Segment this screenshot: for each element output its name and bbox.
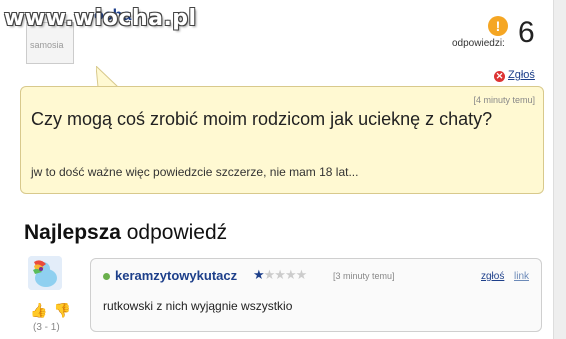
question-report[interactable]: ✕ Zgłoś: [494, 69, 535, 82]
star-icon-filled: ★: [253, 267, 265, 282]
answers-count: 6: [518, 16, 535, 49]
best-answer-heading-rest: odpowiedź: [120, 221, 228, 244]
answers-count-label: odpowiedzi:: [452, 38, 505, 49]
avatar-label: samosia: [30, 40, 64, 50]
best-answer-heading: Najlepsza odpowiedź: [24, 221, 227, 245]
thumbs-down-icon[interactable]: 👎: [53, 302, 70, 318]
question-body: jw to dość ważne więc powiedzcie szczerz…: [31, 165, 359, 179]
right-scroll-rail: [553, 0, 566, 339]
best-answer-heading-bold: Najlepsza: [24, 221, 121, 244]
vote-controls: 👍 👎: [30, 302, 71, 319]
star-icon-empty: ★★★★: [263, 267, 308, 282]
answer-permalink[interactable]: link: [514, 271, 529, 282]
site-watermark: www.wiocha.pl: [4, 6, 197, 31]
report-link[interactable]: Zgłoś: [508, 69, 535, 81]
answer-text: rutkowski z nich wyjągnie wszystkio: [103, 299, 293, 313]
answer-report-link[interactable]: zgłoś: [481, 271, 504, 282]
answerer-avatar[interactable]: [28, 256, 62, 290]
answer-box: keramzytowykutacz ★★★★★ [3 minuty temu] …: [90, 258, 542, 332]
online-status-icon: [103, 273, 110, 280]
report-icon: ✕: [494, 71, 505, 82]
question-title: Czy mogą coś zrobić moim rodzicom jak uc…: [31, 109, 493, 129]
pony-avatar-icon: [28, 256, 62, 290]
question-timestamp: [4 minuty temu]: [473, 95, 535, 105]
answer-author-link[interactable]: keramzytowykutacz: [115, 268, 237, 283]
speech-bubble-tail: [96, 66, 118, 88]
info-icon: !: [488, 16, 508, 36]
thumbs-up-icon[interactable]: 👍: [30, 302, 47, 318]
answer-timestamp: [3 minuty temu]: [333, 271, 395, 281]
question-box: [4 minuty temu] Czy mogą coś zrobić moim…: [20, 86, 544, 194]
rating-stars: ★★★★★: [253, 267, 308, 283]
vote-score: (3 - 1): [33, 322, 60, 333]
